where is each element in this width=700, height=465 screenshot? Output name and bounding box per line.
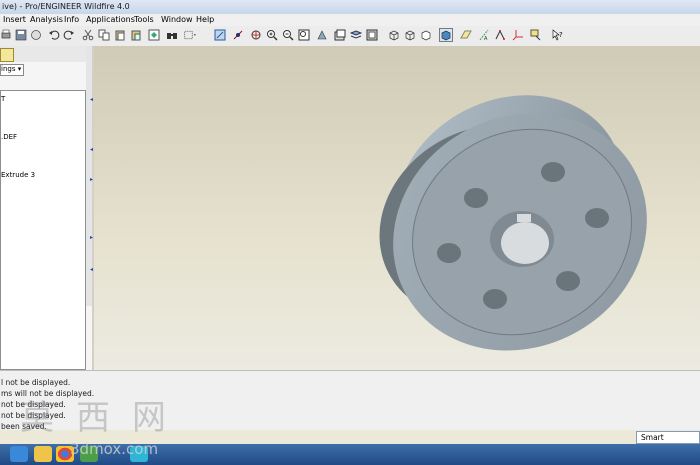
selection-filter-value: Smart [641,433,664,442]
model-tree-header [0,46,92,62]
svg-text:?: ? [559,31,563,39]
datum-points-icon[interactable] [494,29,506,41]
print-icon[interactable] [0,29,12,41]
settings-icon[interactable] [0,48,14,62]
email-icon[interactable] [30,29,42,41]
paste-special-icon[interactable] [130,29,142,41]
wireframe-icon[interactable] [388,29,400,41]
menu-info[interactable]: Info [64,15,79,24]
context-help-icon[interactable]: ? [552,29,564,41]
tree-item[interactable]: .DEF [1,133,17,141]
watermark-text: 莫西网 [20,398,188,438]
model-tree-panel: ings ▾ T .DEF Extrude 3 [0,46,92,370]
orient-icon[interactable] [250,29,262,41]
copy-icon[interactable] [98,29,110,41]
repaint-icon[interactable] [214,29,226,41]
spin-center-icon[interactable] [232,29,244,41]
menu-bar: Insert Analysis Info Applications Tools … [0,14,700,26]
model-tree: T .DEF Extrude 3 [0,90,86,370]
view-manager-icon[interactable] [366,29,378,41]
message-line: l not be displayed. [1,378,71,387]
pulley-body [379,95,647,351]
reorient-icon[interactable] [316,29,328,41]
saved-views-icon[interactable] [334,29,346,41]
find-icon[interactable] [166,29,178,41]
folder-icon[interactable] [34,446,52,462]
csys-icon[interactable] [512,29,524,41]
watermark-url: 3dmox.com [70,440,159,458]
title-bar: ive) - Pro/ENGINEER Wildfire 4.0 [0,0,700,15]
menu-window[interactable]: Window [161,15,193,24]
save-icon[interactable] [15,29,27,41]
cut-icon[interactable] [82,29,94,41]
spin-annot-icon[interactable] [530,29,542,41]
main-toolbar: A ? [0,26,700,47]
refit-icon[interactable] [298,29,310,41]
svg-text:A: A [484,36,488,41]
graphics-window[interactable] [94,46,700,370]
tree-item[interactable]: Extrude 3 [1,171,35,179]
no-hidden-icon[interactable] [420,29,432,41]
datum-axes-icon[interactable]: A [478,29,490,41]
settings-dropdown[interactable]: ings ▾ [0,64,24,76]
layers-icon[interactable] [350,29,362,41]
window-title: ive) - Pro/ENGINEER Wildfire 4.0 [2,2,130,11]
zoom-in-icon[interactable] [266,29,278,41]
hidden-line-icon[interactable] [404,29,416,41]
paste-icon[interactable] [114,29,126,41]
redo-icon[interactable] [63,29,75,41]
tree-item[interactable]: T [1,95,5,103]
shading-icon[interactable] [439,28,453,42]
menu-insert[interactable]: Insert [3,15,26,24]
undo-icon[interactable] [48,29,60,41]
zoom-out-icon[interactable] [282,29,294,41]
datum-planes-icon[interactable] [460,29,472,41]
selection-filter[interactable]: Smart [636,431,700,444]
menu-analysis[interactable]: Analysis [30,15,63,24]
regenerate-icon[interactable] [148,29,160,41]
pulley-model[interactable] [94,46,700,370]
select-box-icon[interactable] [184,29,200,41]
menu-help[interactable]: Help [196,15,214,24]
menu-applications[interactable]: Applications [86,15,135,24]
menu-tools[interactable]: Tools [134,15,154,24]
start-icon[interactable] [10,446,28,462]
